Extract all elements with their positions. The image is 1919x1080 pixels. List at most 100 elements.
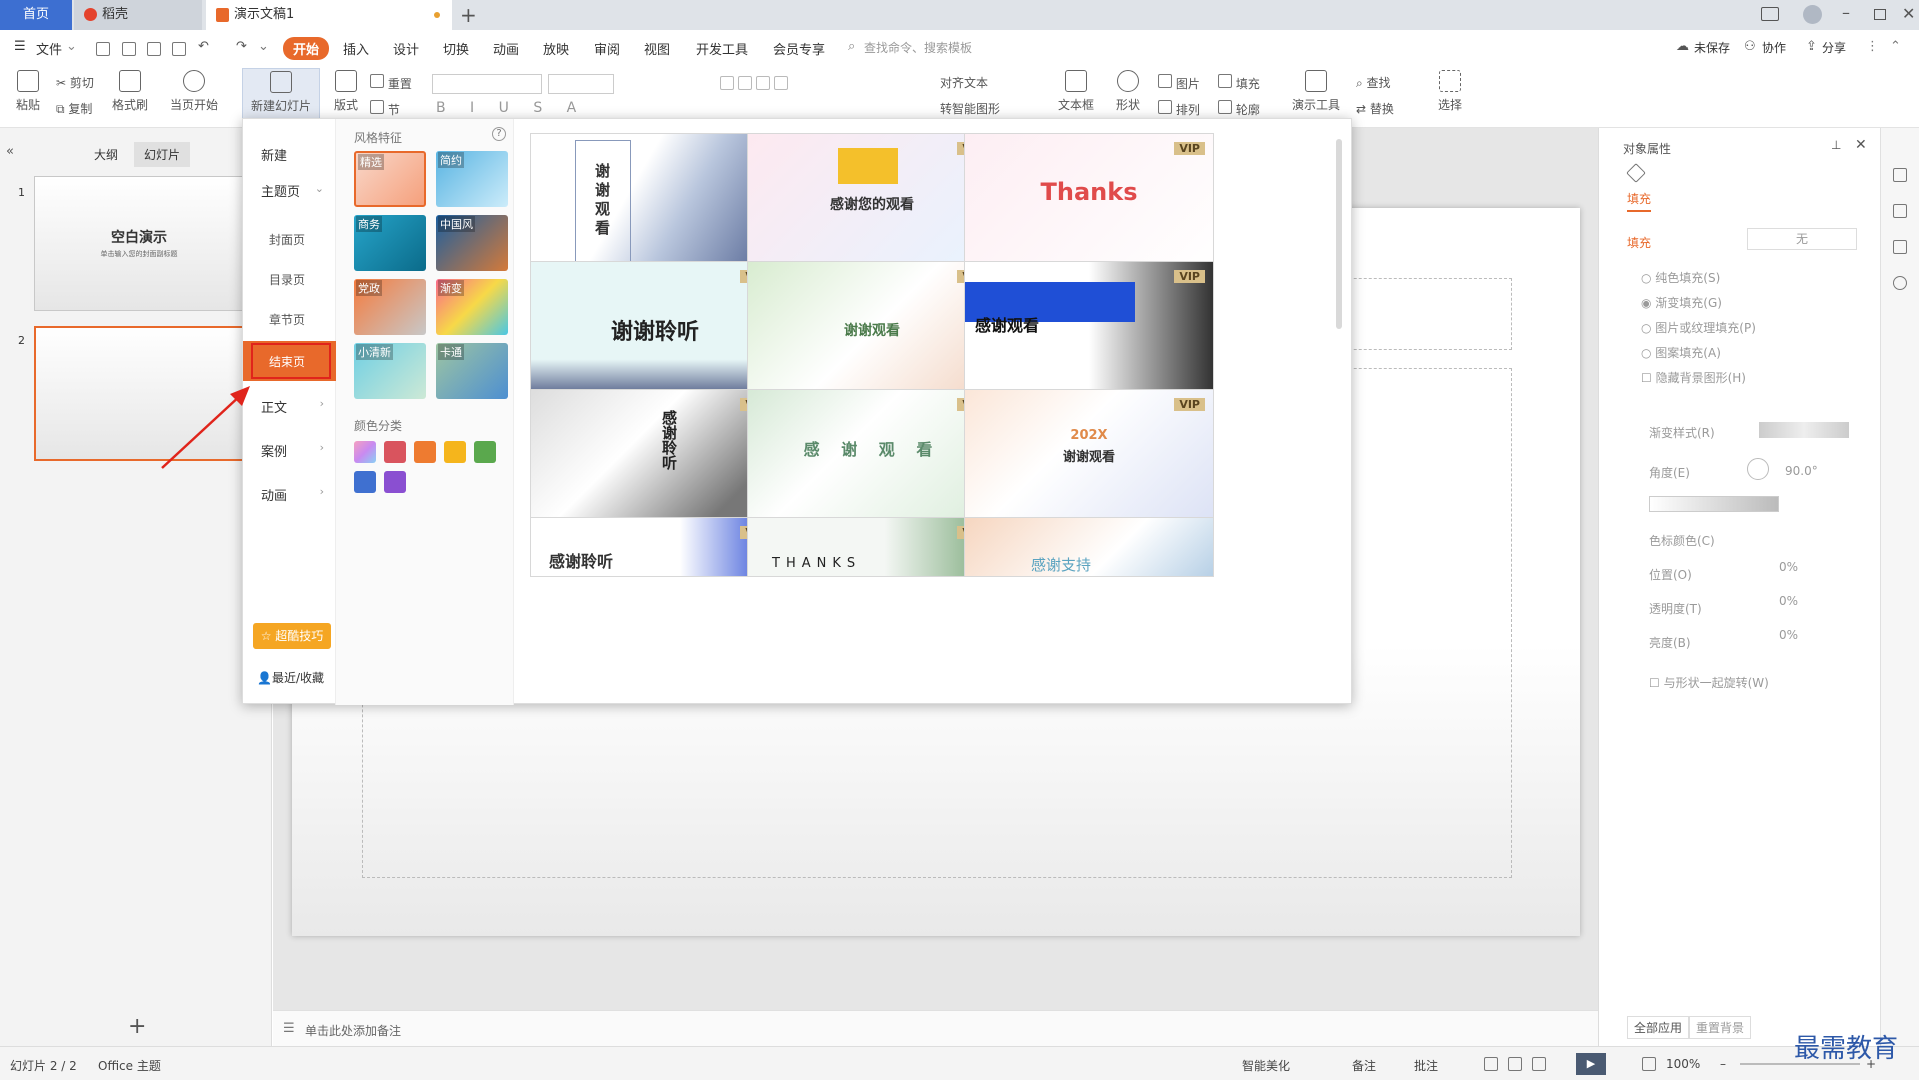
replace-button[interactable]: ⇄ 替换 (1356, 100, 1410, 117)
template-card[interactable]: VIP 感谢聆听 (530, 517, 780, 577)
close-button[interactable]: ✕ (1902, 4, 1915, 23)
collapse-ribbon-icon[interactable]: ⌃ (1890, 39, 1901, 54)
find-button[interactable]: ⌕ 查找 (1356, 74, 1410, 91)
cut-button[interactable]: ✂ 剪切 (56, 74, 106, 91)
template-card[interactable]: VIP Thanks (964, 133, 1214, 274)
avatar[interactable] (1803, 5, 1822, 24)
new-slide-button[interactable]: 新建幻灯片 (242, 68, 320, 120)
style-featured[interactable]: 精选 (354, 151, 426, 207)
template-card[interactable]: VIP 谢谢观看 (747, 261, 997, 402)
style-simple[interactable]: 简约 (436, 151, 508, 207)
chevron-down-icon[interactable]: ⌄ (66, 39, 77, 54)
menu-view[interactable]: 视图 (644, 39, 670, 58)
help-icon[interactable] (1893, 276, 1907, 290)
pane-title[interactable]: 对象属性 (1623, 140, 1671, 157)
template-card[interactable]: VIP 感谢您的观看 (747, 133, 997, 274)
template-card[interactable]: VIP 感谢聆听 (530, 389, 780, 530)
new-tab-button[interactable]: + (460, 3, 477, 27)
play-from-current-button[interactable]: 当页开始 (164, 70, 224, 113)
customize-icon[interactable]: ⌄ (258, 39, 269, 54)
paste-button[interactable]: 粘贴 (10, 70, 46, 113)
reading-view-icon[interactable] (1532, 1057, 1546, 1071)
template-card[interactable]: VIP THANKS (747, 517, 997, 577)
rotate-with-shape-checkbox[interactable]: ☐ 与形状一起旋转(W) (1649, 674, 1769, 691)
zoom-level[interactable]: 100% (1666, 1057, 1700, 1071)
redo-icon[interactable]: ↷ (236, 39, 247, 54)
fill-button[interactable]: 填充 (1218, 74, 1268, 92)
color-swatch[interactable] (414, 441, 436, 463)
template-card[interactable]: 谢谢观看 (530, 133, 780, 274)
template-card[interactable]: 感谢支持 (964, 517, 1214, 577)
sorter-view-icon[interactable] (1508, 1057, 1522, 1071)
select-button[interactable]: 选择 (1430, 70, 1470, 113)
menu-icon[interactable]: ☰ (14, 39, 26, 54)
nav-chapter[interactable]: 章节页 (269, 311, 305, 328)
fill-option-gradient[interactable]: ◉ 渐变填充(G) (1641, 294, 1722, 311)
tab-fill[interactable]: 填充 (1627, 190, 1652, 212)
notes-toggle[interactable]: 备注 (1352, 1057, 1376, 1074)
normal-view-icon[interactable] (1484, 1057, 1498, 1071)
comments-toggle[interactable]: 批注 (1414, 1057, 1438, 1074)
template-card[interactable]: VIP 202X 谢谢观看 (964, 389, 1214, 530)
align-text-button[interactable]: 对齐文本 (940, 74, 1030, 91)
nav-new[interactable]: 新建 (261, 145, 287, 164)
brightness-value[interactable]: 0% (1779, 628, 1798, 642)
arrange-button[interactable]: 排列 (1158, 100, 1208, 118)
fit-window-icon[interactable] (1642, 1057, 1656, 1071)
collapse-pane-icon[interactable]: « (6, 144, 14, 159)
menu-insert[interactable]: 插入 (343, 39, 369, 58)
shape-button[interactable]: 形状 (1108, 70, 1148, 113)
template-card[interactable]: VIP 感谢观看 (964, 261, 1214, 402)
color-swatch[interactable] (354, 471, 376, 493)
recent-favorites-button[interactable]: 👤最近/收藏 (257, 669, 324, 686)
star-icon[interactable] (1893, 204, 1907, 218)
position-value[interactable]: 0% (1779, 560, 1798, 574)
share-button[interactable]: 分享 (1822, 39, 1846, 56)
angle-value[interactable]: 90.0° (1785, 464, 1818, 478)
font-size-select[interactable] (548, 74, 614, 94)
color-swatch[interactable] (474, 441, 496, 463)
style-party[interactable]: 党政 (354, 279, 426, 335)
menu-devtools[interactable]: 开发工具 (696, 39, 748, 58)
textbox-button[interactable]: 文本框 (1054, 70, 1098, 113)
style-business[interactable]: 商务 (354, 215, 426, 271)
present-tools-button[interactable]: 演示工具 (1288, 70, 1344, 113)
angle-dial[interactable] (1747, 458, 1769, 480)
color-swatch[interactable] (384, 471, 406, 493)
color-swatch[interactable] (444, 441, 466, 463)
fill-section-header[interactable]: 填充 (1627, 234, 1651, 251)
command-search-input[interactable]: 查找命令、搜索模板 (864, 39, 972, 56)
style-chinese[interactable]: 中国风 (436, 215, 508, 271)
print-icon[interactable] (147, 42, 161, 56)
dropdown-scrollbar[interactable] (1336, 139, 1342, 329)
export-icon[interactable] (122, 42, 136, 56)
template-card[interactable]: VIP 谢谢聆听 (530, 261, 780, 402)
color-swatch[interactable] (384, 441, 406, 463)
nav-animation[interactable]: 动画 › (243, 483, 336, 507)
reset-background-button[interactable]: 重置背景 (1689, 1016, 1752, 1039)
fill-option-solid[interactable]: ○ 纯色填充(S) (1641, 269, 1720, 286)
notes-bar[interactable]: ☰ 单击此处添加备注 (273, 1010, 1598, 1046)
hide-background-checkbox[interactable]: ☐ 隐藏背景图形(H) (1641, 369, 1746, 386)
window-view-icon[interactable] (1761, 7, 1779, 21)
style-fresh[interactable]: 小清新 (354, 343, 426, 399)
smart-graphic-button[interactable]: 转智能图形 (940, 100, 1040, 117)
tab-home[interactable]: 首页 (0, 0, 72, 30)
tab-outline[interactable]: 大纲 (94, 146, 118, 163)
apply-all-button[interactable]: 全部应用 (1627, 1016, 1690, 1039)
minimize-button[interactable]: – (1842, 3, 1850, 22)
menu-start[interactable]: 开始 (283, 37, 330, 60)
menu-file[interactable]: 文件 (36, 39, 62, 58)
tab-document[interactable]: 演示文稿1 (206, 0, 452, 30)
picture-button[interactable]: 图片 (1158, 74, 1208, 92)
menu-review[interactable]: 审阅 (594, 39, 620, 58)
zoom-out-button[interactable]: – (1720, 1057, 1726, 1071)
nav-cover[interactable]: 封面页 (269, 231, 305, 248)
add-slide-button[interactable]: + (128, 1014, 146, 1039)
menu-design[interactable]: 设计 (393, 39, 419, 58)
smart-beautify-button[interactable]: 智能美化 (1242, 1057, 1290, 1074)
style-gradient[interactable]: 渐变 (436, 279, 508, 335)
fill-select[interactable]: 无 (1747, 228, 1857, 250)
menu-transition[interactable]: 切换 (443, 39, 469, 58)
paragraph-group[interactable] (720, 76, 880, 116)
